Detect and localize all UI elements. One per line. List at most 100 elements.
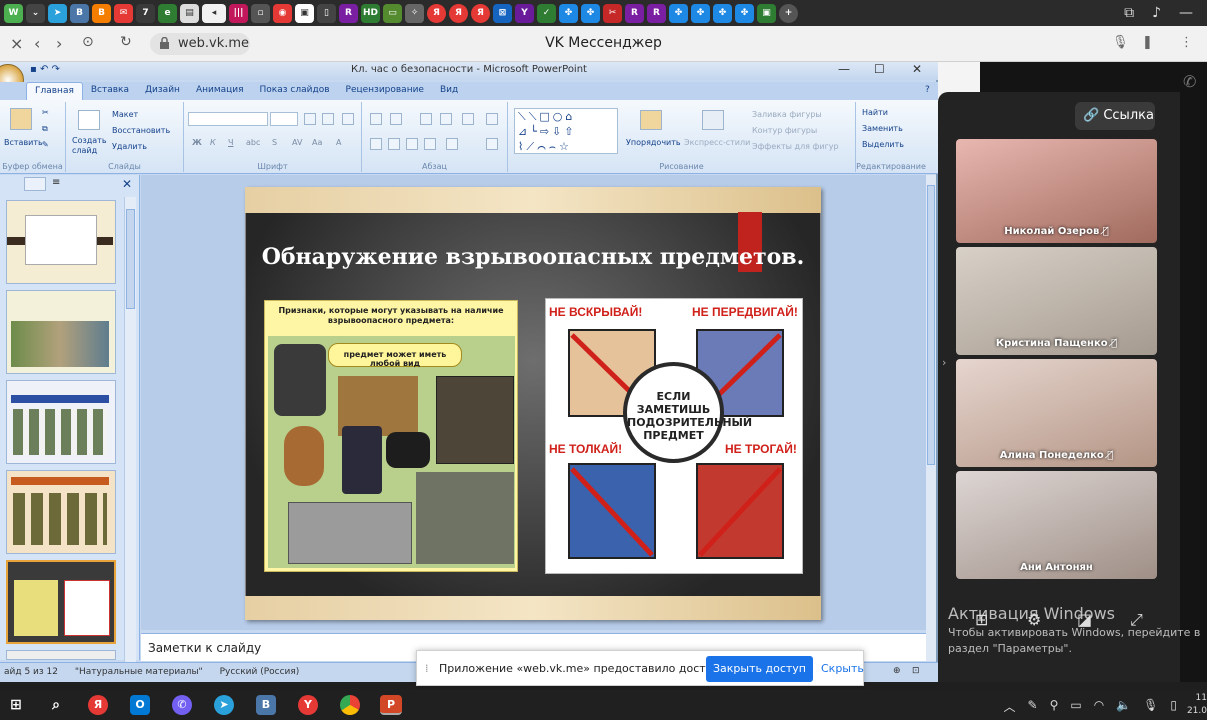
tab-slideshow[interactable]: Показ слайдов (252, 82, 338, 100)
r-tab-icon[interactable]: R (647, 3, 666, 23)
microphone-icon[interactable]: 🎙 (1112, 35, 1129, 50)
shadow-icon[interactable]: S (272, 138, 277, 147)
tray-up-icon[interactable]: ︿ (1004, 698, 1016, 715)
r-tab-icon[interactable]: R (339, 3, 358, 23)
multi-tab-icon[interactable]: ✤ (691, 3, 710, 23)
multi-tab-icon[interactable]: ✤ (669, 3, 688, 23)
language-icon[interactable]: ▯ (1170, 698, 1177, 715)
pen-icon[interactable]: ✎ (1028, 698, 1038, 715)
drag-handle-icon[interactable]: ⁞ (425, 662, 429, 675)
shrink-font-icon[interactable] (322, 113, 334, 125)
create-slide-button[interactable]: Создать слайд (72, 136, 108, 156)
bookmark-icon[interactable]: ❚ (1142, 35, 1153, 50)
hide-notice-button[interactable]: Скрыть (821, 662, 864, 675)
phone-icon[interactable]: ✆ (1183, 72, 1196, 91)
telegram-icon[interactable]: ➤ (214, 695, 234, 715)
yandex-browser-icon[interactable]: Я (88, 695, 108, 715)
docs-tab-icon[interactable]: ▣ (757, 3, 776, 23)
shape-effects-button[interactable]: Эффекты для фигур (752, 142, 839, 151)
line-spacing-icon[interactable] (462, 113, 474, 125)
slide-thumbnail-current[interactable] (6, 560, 116, 644)
tool-tab-icon[interactable]: ✧ (405, 3, 424, 23)
align-center-icon[interactable] (388, 138, 400, 150)
viber-icon[interactable]: ✆ (172, 695, 192, 715)
find-button[interactable]: Найти (862, 108, 888, 117)
chrome-icon[interactable] (340, 695, 360, 715)
yandex-protect-icon[interactable]: ⊙ (82, 34, 94, 50)
doc-tab-icon[interactable]: ▣ (295, 3, 314, 23)
multi-tab-icon[interactable]: ✤ (735, 3, 754, 23)
seven-tab-icon[interactable]: 7 (136, 3, 155, 23)
layout-button[interactable]: Макет (112, 110, 138, 119)
arrange-icon[interactable] (640, 110, 662, 130)
doc-tab-icon[interactable]: ▤ (180, 3, 199, 23)
outlook-icon[interactable]: O (130, 695, 150, 715)
r-tab-icon[interactable]: R (625, 3, 644, 23)
whatsapp-tab-icon[interactable]: W (4, 3, 23, 23)
slide-thumbnail[interactable] (6, 650, 116, 660)
slide-thumbnail[interactable] (6, 200, 116, 284)
scissors-tab-icon[interactable]: ✂ (603, 3, 622, 23)
paste-button[interactable]: Вставить (4, 138, 43, 147)
align-left-icon[interactable] (370, 138, 382, 150)
tab-icon[interactable]: ◉ (273, 3, 292, 23)
shape-fill-button[interactable]: Заливка фигуры (752, 110, 822, 119)
participant-tile[interactable]: Ани Антонян (956, 471, 1157, 579)
close-pane-icon[interactable]: ✕ (122, 177, 132, 191)
slide-thumbnail[interactable] (6, 470, 116, 554)
grow-font-icon[interactable] (304, 113, 316, 125)
select-button[interactable]: Выделить (862, 140, 904, 149)
replace-button[interactable]: Заменить (862, 124, 903, 133)
vk-icon[interactable]: В (256, 695, 276, 715)
doc-tab-icon[interactable]: ▫ (251, 3, 270, 23)
quick-styles-icon[interactable] (702, 110, 724, 130)
battery-icon[interactable]: ▭ (1070, 698, 1081, 715)
slide-thumbnail[interactable] (6, 290, 116, 374)
hd-tab-icon[interactable]: HD (361, 3, 380, 23)
wifi-icon[interactable]: ◠ (1094, 698, 1104, 715)
tab-icon[interactable]: ||| (229, 3, 248, 23)
columns-icon[interactable] (446, 138, 458, 150)
tab-design[interactable]: Дизайн (137, 82, 188, 100)
volume-icon[interactable]: 🔈 (1116, 698, 1131, 715)
mail-tab-icon[interactable]: ✉ (114, 3, 133, 23)
y-tab-icon[interactable]: Y (515, 3, 534, 23)
vk-tab-icon[interactable]: В (70, 3, 89, 23)
participant-tile[interactable]: Кристина Пащенко 🎙̸ (956, 247, 1157, 355)
font-size-select[interactable] (270, 112, 298, 126)
system-clock[interactable]: 11 21.0 (1183, 692, 1207, 718)
text-direction-icon[interactable] (486, 113, 498, 125)
numbering-icon[interactable] (390, 113, 402, 125)
cut-icon[interactable]: ✂ (42, 108, 49, 117)
bullets-icon[interactable] (370, 113, 382, 125)
back-arrow-icon[interactable]: ‹ (34, 34, 40, 53)
close-icon[interactable]: × (10, 34, 23, 53)
new-tab-plus-icon[interactable]: + (779, 3, 798, 23)
more-menu-icon[interactable]: ⋮ (1180, 35, 1193, 50)
maximize-icon[interactable]: ☐ (874, 62, 885, 76)
fullscreen-icon[interactable]: ⤢ (1130, 610, 1143, 630)
reload-icon[interactable]: ↻ (120, 34, 132, 50)
align-right-icon[interactable] (406, 138, 418, 150)
telegram-tab-icon[interactable]: ➤ (48, 3, 67, 23)
usb-icon[interactable]: ⚲ (1050, 698, 1059, 715)
save-icon[interactable]: ▪ (30, 64, 37, 75)
forward-arrow-icon[interactable]: › (56, 34, 62, 53)
zoom-in-icon[interactable]: ⊕ (893, 666, 901, 676)
bold-icon[interactable]: Ж (192, 138, 202, 147)
align-text-icon[interactable] (486, 138, 498, 150)
minimize-icon[interactable]: — (838, 62, 850, 76)
active-tab-icon[interactable]: ◂ (202, 3, 226, 23)
chevron-down-icon[interactable]: ⌄ (26, 3, 45, 23)
multi-tab-icon[interactable]: ✤ (713, 3, 732, 23)
powerpoint-icon[interactable]: P (380, 695, 402, 715)
slides-tab[interactable] (24, 177, 46, 191)
tab-home[interactable]: Главная (26, 82, 83, 100)
slide-thumbnail[interactable] (6, 380, 116, 464)
expand-arrow-icon[interactable]: › (942, 356, 946, 369)
format-painter-icon[interactable]: ✎ (42, 140, 49, 149)
settings-gear-icon[interactable]: ⚙ (1027, 610, 1041, 629)
decrease-indent-icon[interactable] (420, 113, 432, 125)
redo-icon[interactable]: ↷ (52, 64, 60, 75)
justify-icon[interactable] (424, 138, 436, 150)
